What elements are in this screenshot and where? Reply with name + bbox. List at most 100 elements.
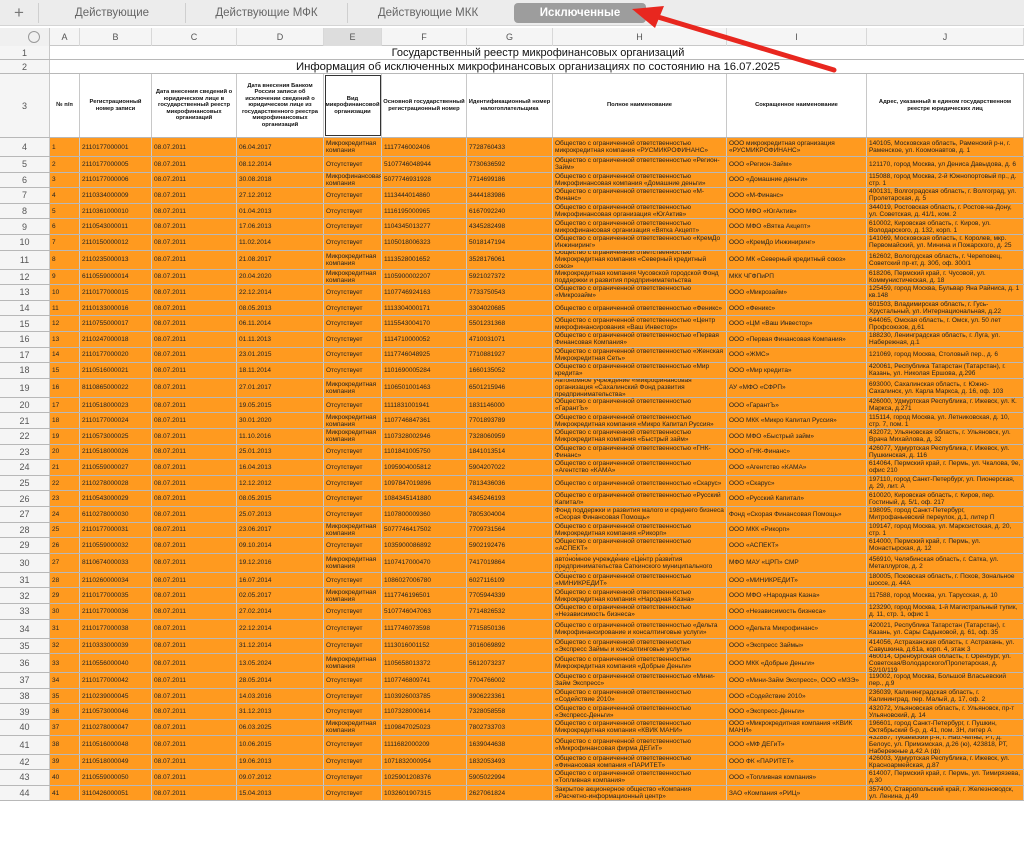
table-cell[interactable]: 1107417000470 [382, 553, 467, 572]
table-cell[interactable]: Микрофинансовая компания [324, 172, 382, 188]
table-cell[interactable]: 08.07.2011 [152, 429, 237, 444]
table-cell[interactable]: Общество с ограниченной ответственностью… [553, 250, 727, 269]
table-cell[interactable]: 21.08.2017 [237, 250, 324, 269]
table-cell[interactable]: Общество с ограниченной ответственностью… [553, 491, 727, 506]
table-cell[interactable]: 11.10.2016 [237, 429, 324, 444]
table-cell[interactable]: 1 [50, 138, 80, 156]
table-cell[interactable]: 34 [50, 673, 80, 688]
table-cell[interactable]: 115088, город Москва, 2-й Южнопортовый п… [867, 172, 1024, 188]
table-cell[interactable]: 188230, Ленинградская область, г. Луга, … [867, 332, 1024, 347]
table-cell[interactable]: 1117746196501 [382, 588, 467, 603]
row-number[interactable]: 44 [0, 785, 50, 801]
row-number[interactable]: 19 [0, 378, 50, 397]
row-number[interactable]: 24 [0, 460, 50, 475]
table-cell[interactable]: 08.07.2011 [152, 219, 237, 234]
table-cell[interactable]: 1105658013372 [382, 654, 467, 673]
row-number[interactable]: 29 [0, 538, 50, 553]
table-cell[interactable]: 3528176061 [467, 250, 553, 269]
column-header-c[interactable]: C [152, 28, 237, 46]
column-header-j[interactable]: J [867, 28, 1024, 46]
table-cell[interactable]: 08.07.2011 [152, 754, 237, 770]
table-cell[interactable]: 2110755000017 [80, 316, 152, 331]
table-cell[interactable]: 5612073237 [467, 654, 553, 673]
table-cell[interactable]: 6 [50, 219, 80, 234]
table-cell[interactable]: 198095, город Санкт-Петербург, Митрофань… [867, 507, 1024, 522]
column-header-i[interactable]: I [727, 28, 867, 46]
table-cell[interactable]: 140105, Московская область, Раменский р-… [867, 138, 1024, 156]
row-number[interactable]: 37 [0, 673, 50, 688]
table-cell[interactable]: 7733750543 [467, 285, 553, 300]
table-cell[interactable]: 08.07.2011 [152, 413, 237, 428]
table-cell[interactable]: 614064, Пермский край, г. Пермь, ул. Чка… [867, 460, 1024, 475]
table-cell[interactable]: 12 [50, 316, 80, 331]
header-cell[interactable]: Регистрационный номер записи [80, 74, 152, 137]
table-cell[interactable]: Общество с ограниченной ответственностью… [553, 235, 727, 250]
table-cell[interactable]: 2110518000026 [80, 444, 152, 460]
table-cell[interactable]: 2110260000034 [80, 572, 152, 588]
table-cell[interactable]: 23.01.2015 [237, 347, 324, 363]
table-cell[interactable]: 08.07.2011 [152, 188, 237, 203]
table-cell[interactable]: 1111831001941 [382, 397, 467, 413]
row-number[interactable]: 40 [0, 720, 50, 735]
table-cell[interactable]: 1025901208376 [382, 770, 467, 785]
table-cell[interactable]: 16 [50, 378, 80, 397]
table-cell[interactable]: 1105018006323 [382, 235, 467, 250]
table-cell[interactable]: 1105900002207 [382, 269, 467, 285]
table-cell[interactable]: 180005, Псковская область, г. Псков, Зон… [867, 572, 1024, 588]
column-header-f[interactable]: F [382, 28, 467, 46]
table-cell[interactable]: 30.08.2018 [237, 172, 324, 188]
table-cell[interactable]: Общество с ограниченной ответственностью… [553, 704, 727, 719]
table-cell[interactable]: 6501215946 [467, 378, 553, 397]
table-cell[interactable]: 23 [50, 491, 80, 506]
table-cell[interactable]: 08.07.2011 [152, 507, 237, 522]
table-cell[interactable]: ООО «ЖМС» [727, 347, 867, 363]
table-cell[interactable]: Общество с ограниченной ответственностью… [553, 332, 727, 347]
table-cell[interactable]: 125459, город Москва, Бульвар Яна Райнис… [867, 285, 1024, 300]
table-cell[interactable]: 09.10.2014 [237, 538, 324, 553]
table-cell[interactable]: 08.07.2011 [152, 378, 237, 397]
table-cell[interactable]: ООО «Экспресс-Деньги» [727, 704, 867, 719]
table-cell[interactable]: Микрокредитная компания [324, 250, 382, 269]
table-cell[interactable]: 24 [50, 507, 80, 522]
table-cell[interactable]: 2110177000031 [80, 522, 152, 538]
table-cell[interactable]: ООО МКК «Добрые Деньги» [727, 654, 867, 673]
table-cell[interactable]: 3 [50, 172, 80, 188]
table-cell[interactable]: 26 [50, 538, 80, 553]
table-cell[interactable]: 162602, Вологодская область, г. Черепове… [867, 250, 1024, 269]
table-cell[interactable]: 01.11.2013 [237, 332, 324, 347]
table-cell[interactable]: 08.07.2011 [152, 604, 237, 619]
table-cell[interactable]: 2110516000048 [80, 735, 152, 754]
table-cell[interactable]: 2110543000011 [80, 219, 152, 234]
table-cell[interactable]: 426000, Удмуртская Республика, г. Ижевск… [867, 397, 1024, 413]
table-cell[interactable]: 2110516000021 [80, 363, 152, 378]
table-cell[interactable]: 08.07.2011 [152, 460, 237, 475]
table-cell[interactable]: ООО «Микрокредитная компания «КВИК МАНИ» [727, 720, 867, 735]
table-cell[interactable]: Отсутствует [324, 316, 382, 331]
table-cell[interactable]: 06.11.2014 [237, 316, 324, 331]
table-cell[interactable]: 109147, город Москва, ул. Марксистская, … [867, 522, 1024, 538]
table-cell[interactable]: 1639044638 [467, 735, 553, 754]
table-cell[interactable]: Микрокредитная компания [324, 138, 382, 156]
table-cell[interactable]: Отсутствует [324, 363, 382, 378]
row-number[interactable]: 12 [0, 269, 50, 285]
table-cell[interactable]: 5077746931928 [382, 172, 467, 188]
table-cell[interactable]: Отсутствует [324, 785, 382, 801]
table-cell[interactable]: ООО «Скарус» [727, 475, 867, 491]
table-cell[interactable]: ООО «М-Финанс» [727, 188, 867, 203]
table-cell[interactable]: 2 [50, 157, 80, 172]
table-cell[interactable]: 601503, Владимирская область, г. Гусь-Хр… [867, 300, 1024, 316]
table-cell[interactable]: Общество с ограниченной ответственностью… [553, 604, 727, 619]
table-cell[interactable]: 13 [50, 332, 80, 347]
table-cell[interactable]: 08.07.2011 [152, 770, 237, 785]
table-cell[interactable]: 357400, Ставропольский край, г. Железнов… [867, 785, 1024, 801]
table-cell[interactable]: Общество с ограниченной ответственностью… [553, 619, 727, 638]
table-cell[interactable]: 5018147194 [467, 235, 553, 250]
row-number[interactable]: 16 [0, 332, 50, 347]
table-cell[interactable]: ООО «Микрозайм» [727, 285, 867, 300]
table-cell[interactable]: ООО МКК «Рикорп» [727, 522, 867, 538]
header-cell[interactable]: Идентификационный номер налогоплательщик… [467, 74, 553, 137]
table-cell[interactable]: 3444183986 [467, 188, 553, 203]
table-cell[interactable]: 25 [50, 522, 80, 538]
table-cell[interactable]: ЗАО «Компания «РИЦ» [727, 785, 867, 801]
table-cell[interactable]: 08.07.2011 [152, 285, 237, 300]
